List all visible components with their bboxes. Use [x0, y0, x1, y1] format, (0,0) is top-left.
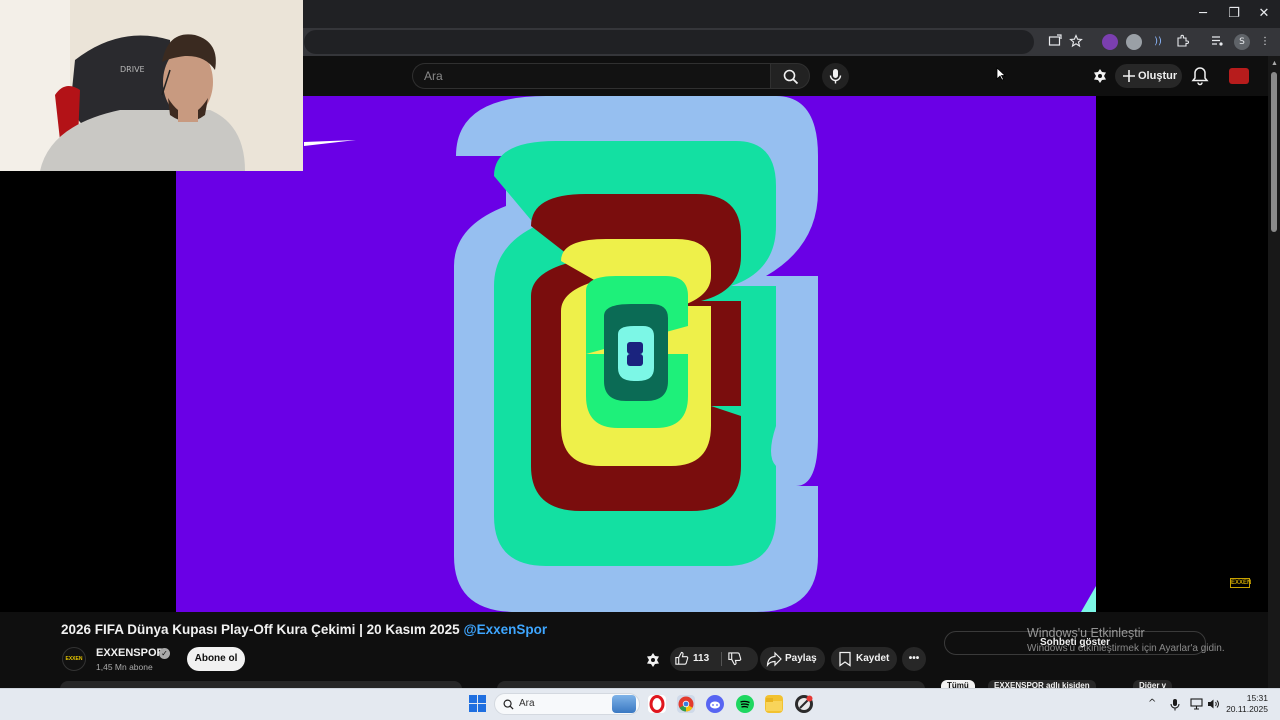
thumbs-down-icon [728, 652, 742, 666]
volume-icon[interactable] [1207, 698, 1220, 713]
bookmark-icon [839, 651, 851, 667]
scrollbar-thumb[interactable] [1271, 72, 1277, 232]
share-icon [766, 651, 782, 667]
clock-date: 20.11.2025 [1226, 704, 1268, 714]
bell-icon [1191, 67, 1209, 86]
upper-twos [454, 96, 818, 354]
subscriber-count: 1,45 Mn abone [96, 662, 153, 672]
discord-icon[interactable] [706, 695, 724, 713]
video-player[interactable] [0, 96, 1268, 612]
video-title-text: 2026 FIFA Dünya Kupası Play-Off Kura Çek… [61, 622, 460, 637]
windows-activation-subtitle: Windows'u etkinleştirmek için Ayarlar'a … [1027, 643, 1225, 654]
windows-taskbar [0, 688, 1280, 720]
streamer-webcam-image: DRIVE [0, 0, 303, 171]
svg-text:DRIVE: DRIVE [120, 65, 145, 74]
channel-handle-link[interactable]: @ExxenSpor [463, 622, 547, 637]
bookmark-star-icon[interactable] [1068, 34, 1084, 50]
world-cup-2026-logo-animation [304, 96, 1096, 612]
media-control-icon[interactable] [1209, 34, 1225, 50]
notifications-button[interactable] [1190, 66, 1210, 86]
voice-search-button[interactable] [822, 63, 849, 90]
thanks-icon [647, 653, 659, 667]
channel-watermark: EXXEN [1230, 578, 1252, 588]
channel-name[interactable]: EXXENSPOR [96, 647, 164, 659]
opera-icon[interactable] [648, 695, 666, 713]
extension-icon[interactable]: )) [1150, 34, 1166, 50]
more-actions-button[interactable]: ••• [902, 647, 926, 671]
app-icon[interactable] [795, 695, 813, 713]
like-divider [721, 652, 722, 666]
profile-avatar[interactable]: S [1234, 34, 1250, 50]
subscribe-button[interactable]: Abone ol [187, 647, 245, 671]
mouse-cursor-icon [996, 67, 1007, 86]
save-button[interactable]: Kaydet [831, 647, 897, 671]
windows-activation-title: Windows'u Etkinleştir [1027, 626, 1145, 640]
microphone-tray-icon[interactable] [1170, 698, 1180, 714]
taskbar-search-label: Ara [519, 698, 535, 709]
dislike-button[interactable] [727, 651, 742, 671]
channel-avatar[interactable]: EXXEN [62, 647, 86, 671]
thanks-button[interactable] [645, 652, 661, 668]
share-label: Paylaş [785, 653, 817, 664]
create-label: Oluştur [1138, 70, 1178, 82]
lower-sixes [454, 354, 818, 612]
extension-icon[interactable] [1102, 34, 1118, 50]
weather-widget-icon[interactable] [612, 695, 636, 713]
thanks-icon[interactable] [1092, 68, 1108, 84]
scroll-up-arrow[interactable]: ▲ [1271, 60, 1278, 67]
search-button[interactable] [770, 63, 810, 89]
tray-overflow-icon[interactable]: ^ [1148, 698, 1156, 709]
close-button[interactable]: ✕ [1248, 4, 1280, 24]
save-label: Kaydet [856, 653, 890, 664]
like-count: 113 [693, 653, 710, 664]
search-icon [783, 69, 799, 85]
windows-logo-icon [469, 695, 486, 712]
browser-menu-icon[interactable]: ⋮ [1257, 34, 1273, 50]
maximize-button[interactable]: ❐ [1218, 4, 1250, 24]
chrome-icon[interactable] [677, 695, 695, 713]
extension-icon[interactable] [1126, 34, 1142, 50]
search-icon [503, 699, 514, 710]
spotify-icon[interactable] [736, 695, 754, 713]
light-streak [304, 140, 356, 146]
start-button[interactable] [469, 695, 486, 717]
taskbar-clock[interactable]: 15:31 20.11.2025 [1224, 693, 1268, 715]
clock-time: 15:31 [1246, 693, 1268, 703]
minimize-button[interactable]: ─ [1187, 4, 1219, 24]
webcam-overlay: DRIVE [0, 0, 303, 171]
file-explorer-icon[interactable] [765, 695, 783, 713]
plus-icon [1123, 70, 1135, 82]
account-avatar[interactable] [1229, 68, 1249, 84]
video-frame [176, 96, 1096, 612]
microphone-icon [829, 69, 842, 84]
create-button[interactable]: Oluştur [1115, 64, 1182, 88]
share-button[interactable]: Paylaş [760, 647, 825, 671]
video-title: 2026 FIFA Dünya Kupası Play-Off Kura Çek… [61, 622, 547, 637]
address-bar[interactable] [304, 30, 1034, 54]
like-button[interactable]: 113 [670, 647, 758, 671]
network-icon[interactable] [1190, 698, 1203, 713]
verified-check-icon: ✓ [159, 648, 170, 659]
extensions-puzzle-icon[interactable] [1174, 34, 1190, 50]
thumbs-up-icon [675, 651, 689, 665]
search-input[interactable]: Ara [412, 63, 770, 89]
install-app-icon[interactable] [1047, 34, 1063, 50]
